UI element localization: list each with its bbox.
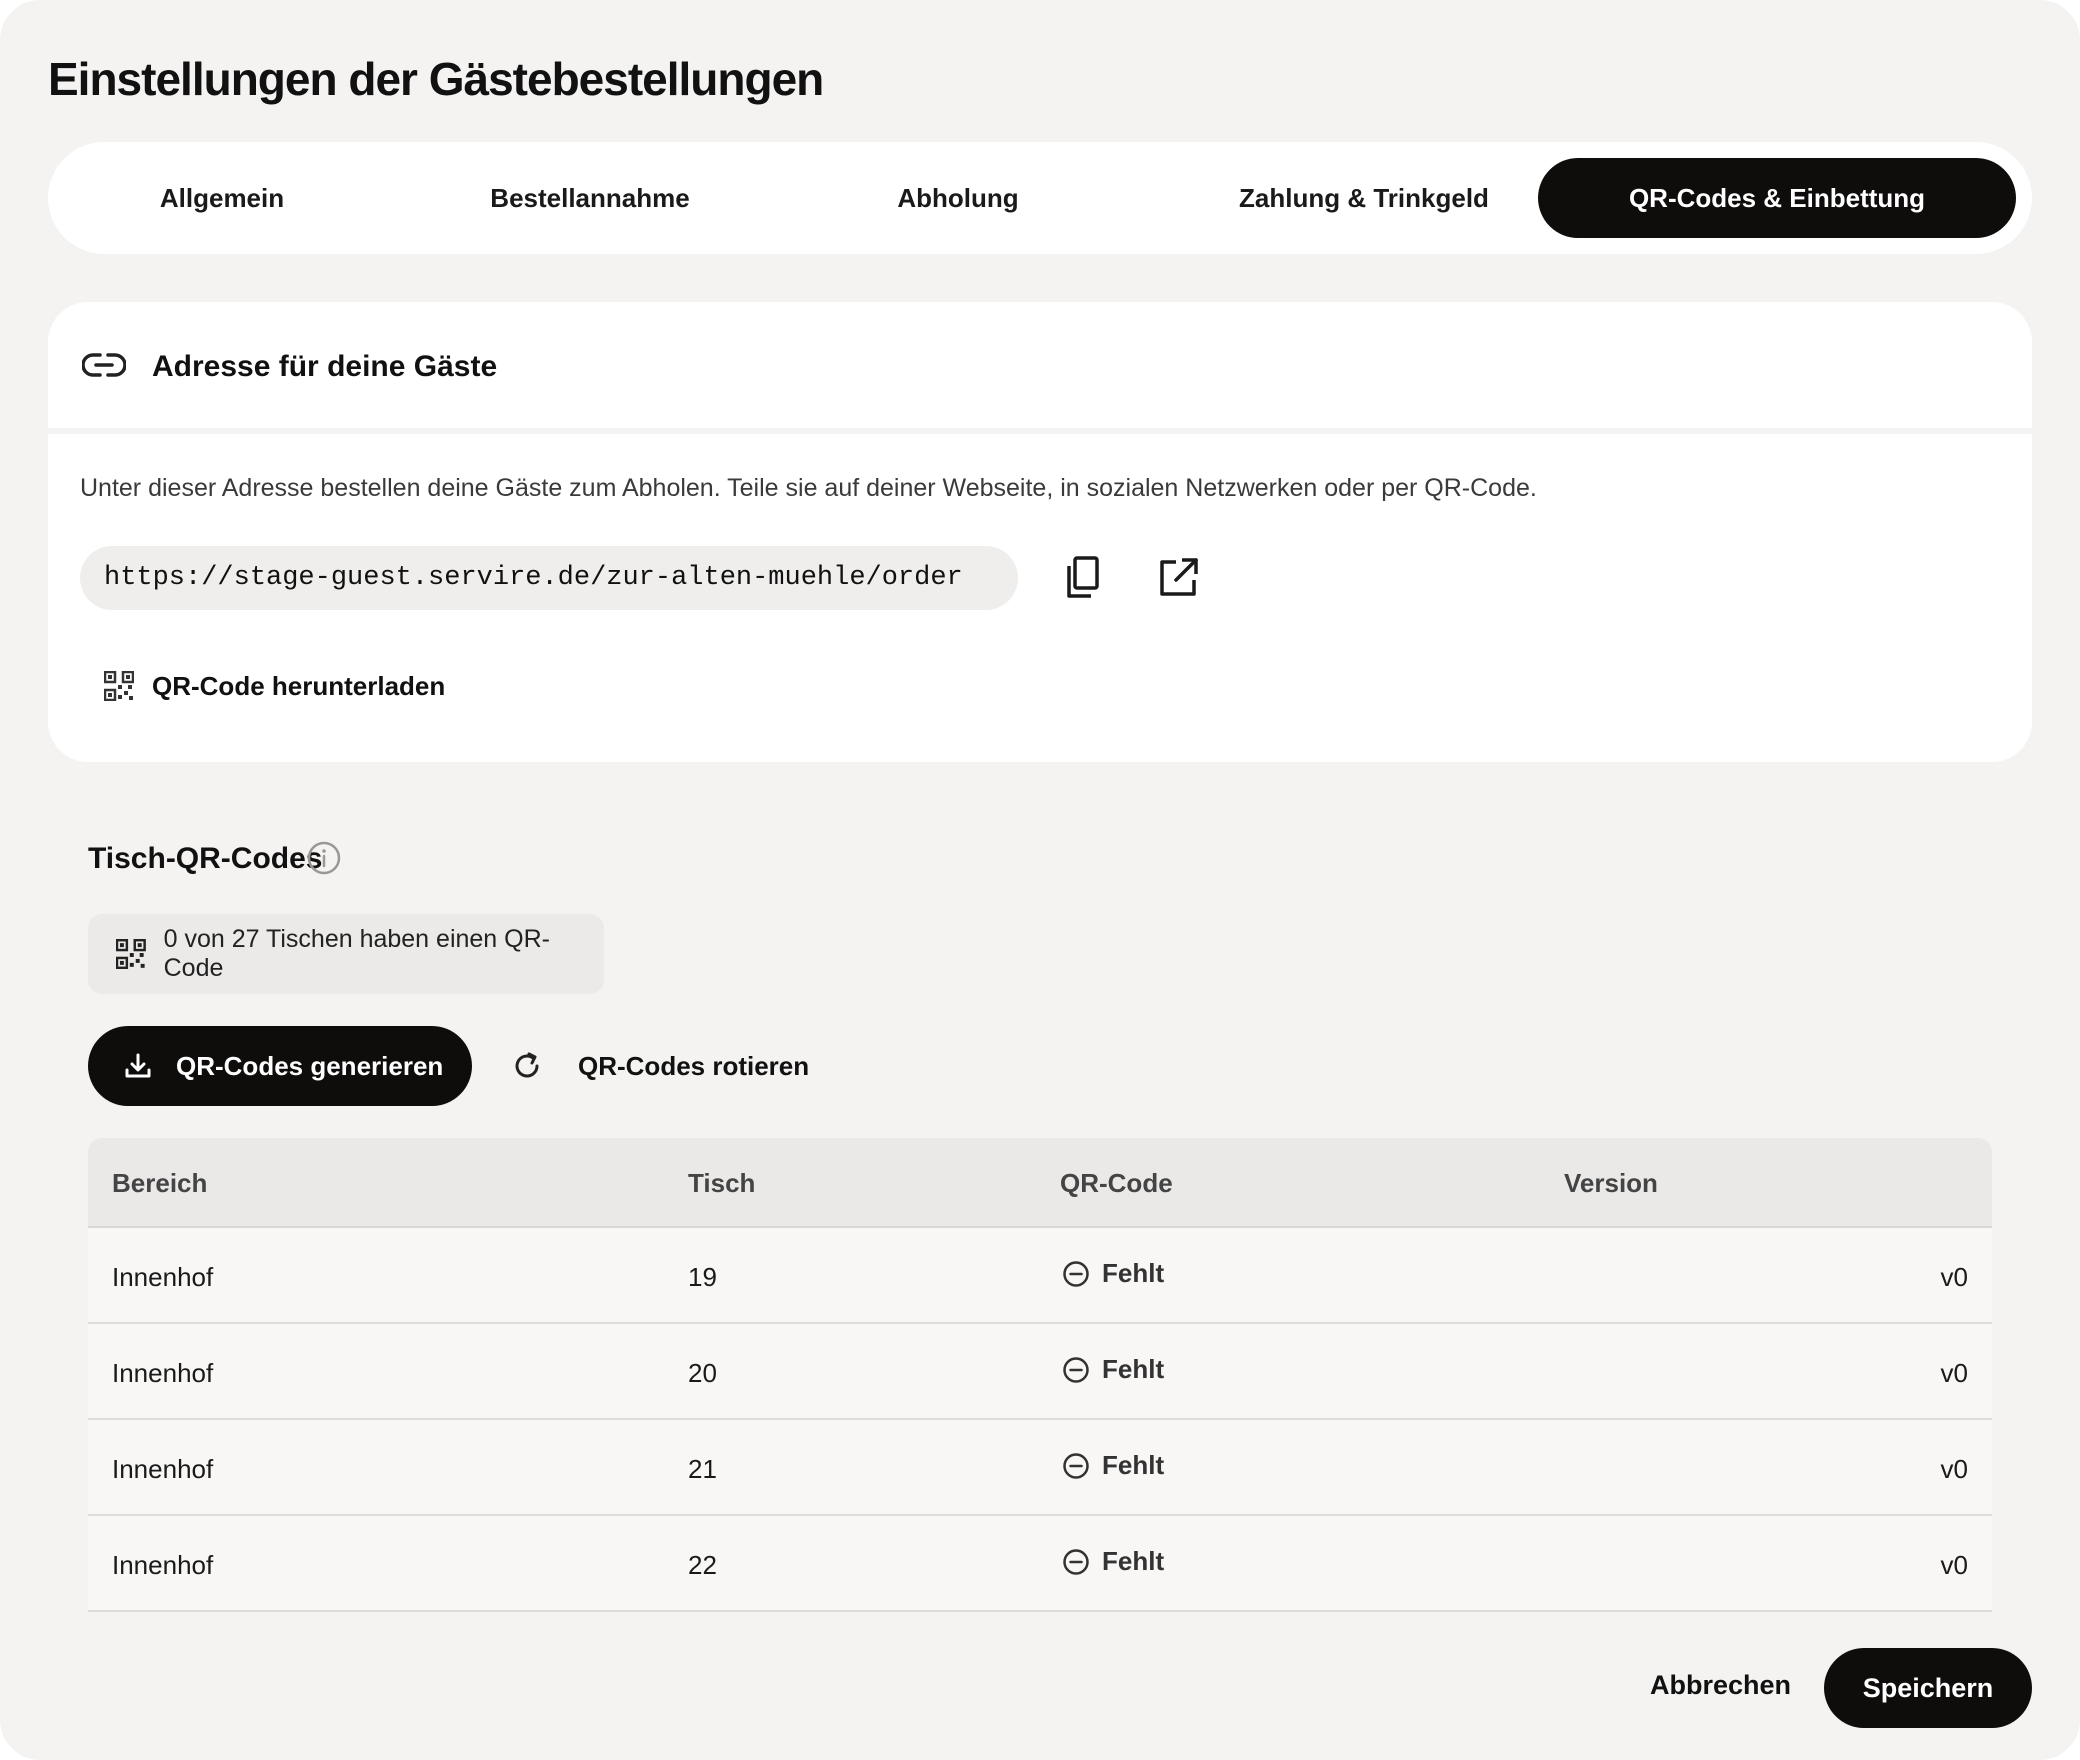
link-icon xyxy=(82,353,126,377)
table-row[interactable]: Innenhof 20 Fehlt v0 xyxy=(88,1324,1992,1420)
cell-qr-status: Fehlt xyxy=(1062,1546,1164,1577)
column-header-version[interactable]: Version xyxy=(1564,1168,1658,1199)
tab-qr-codes-einbettung[interactable]: QR-Codes & Einbettung xyxy=(1538,158,2016,238)
cell-qr-status: Fehlt xyxy=(1062,1450,1164,1481)
qr-status-label: Fehlt xyxy=(1102,1354,1165,1384)
generate-qr-codes-label: QR-Codes generieren xyxy=(176,1050,444,1081)
cell-version: v0 xyxy=(1940,1550,1968,1580)
qr-status-badge: 0 von 27 Tischen haben einen QR-Code xyxy=(88,914,604,994)
address-card-header: Adresse für deine Gäste xyxy=(48,302,2032,428)
qr-status-label: Fehlt xyxy=(1102,1450,1165,1480)
cell-qr-status: Fehlt xyxy=(1062,1354,1164,1385)
cell-table: 22 xyxy=(688,1550,717,1580)
settings-modal: Einstellungen der Gästebestellungen Allg… xyxy=(0,0,2080,1760)
tab-zahlung-trinkgeld[interactable]: Zahlung & Trinkgeld xyxy=(1154,158,1574,238)
minus-circle-icon xyxy=(1063,1452,1089,1479)
rotate-qr-codes-button[interactable]: QR-Codes rotieren xyxy=(512,1036,809,1096)
modal-title: Einstellungen der Gästebestellungen xyxy=(48,53,824,105)
qr-status-label: Fehlt xyxy=(1102,1546,1165,1576)
refresh-icon xyxy=(515,1052,539,1078)
qr-download-button[interactable]: QR-Code herunterladen xyxy=(104,666,445,706)
column-header-qr-code[interactable]: QR-Code xyxy=(1060,1168,1173,1199)
tab-bestellannahme[interactable]: Bestellannahme xyxy=(420,158,760,238)
cell-table: 20 xyxy=(688,1358,717,1388)
address-card-body: Unter dieser Adresse bestellen deine Gäs… xyxy=(48,434,2032,762)
column-header-area[interactable]: Bereich xyxy=(112,1168,207,1199)
table-row[interactable]: Innenhof 21 Fehlt v0 xyxy=(88,1420,1992,1516)
address-card-title: Adresse für deine Gäste xyxy=(152,350,498,383)
cell-version: v0 xyxy=(1940,1454,1968,1484)
table-qr-list: Bereich Tisch QR-Code Version Innenhof 1… xyxy=(88,1138,1992,1612)
qr-status-text: 0 von 27 Tischen haben einen QR-Code xyxy=(163,925,550,982)
qr-status-label: Fehlt xyxy=(1102,1258,1165,1288)
table-row[interactable]: Innenhof 22 Fehlt v0 xyxy=(88,1516,1992,1612)
cell-area: Innenhof xyxy=(112,1550,214,1580)
external-link-icon[interactable] xyxy=(1154,554,1202,602)
cell-area: Innenhof xyxy=(112,1454,214,1484)
column-header-table[interactable]: Tisch xyxy=(688,1168,755,1199)
cell-version: v0 xyxy=(1940,1358,1968,1388)
cell-version: v0 xyxy=(1940,1262,1968,1292)
tab-abholung[interactable]: Abholung xyxy=(808,158,1108,238)
minus-circle-icon xyxy=(1063,1548,1089,1575)
cell-qr-status: Fehlt xyxy=(1062,1258,1164,1289)
qr-code-icon xyxy=(104,671,134,701)
copy-icon[interactable] xyxy=(1060,554,1108,602)
generate-qr-codes-button[interactable]: QR-Codes generieren xyxy=(88,1026,472,1106)
qr-code-icon xyxy=(116,939,146,969)
table-row[interactable]: Innenhof 19 Fehlt v0 xyxy=(88,1228,1992,1324)
address-description: Unter dieser Adresse bestellen deine Gäs… xyxy=(80,474,1537,502)
guest-url-field[interactable]: https://stage-guest.servire.de/zur-alten… xyxy=(80,546,1018,610)
rotate-qr-codes-label: QR-Codes rotieren xyxy=(578,1050,810,1081)
info-icon[interactable] xyxy=(306,840,342,876)
cancel-button[interactable]: Abbrechen xyxy=(1650,1670,1791,1701)
minus-circle-icon xyxy=(1063,1356,1089,1383)
cell-table: 19 xyxy=(688,1262,717,1292)
tab-bar: Allgemein Bestellannahme Abholung Zahlun… xyxy=(48,142,2032,254)
minus-circle-icon xyxy=(1063,1260,1089,1287)
cell-area: Innenhof xyxy=(112,1358,214,1388)
table-header-row: Bereich Tisch QR-Code Version xyxy=(88,1138,1992,1228)
cell-table: 21 xyxy=(688,1454,717,1484)
tab-allgemein[interactable]: Allgemein xyxy=(68,158,376,238)
qr-download-label: QR-Code herunterladen xyxy=(152,670,446,701)
cell-area: Innenhof xyxy=(112,1262,214,1292)
table-qr-title: Tisch-QR-Codes xyxy=(88,842,323,875)
save-button[interactable]: Speichern xyxy=(1824,1648,2032,1728)
download-icon xyxy=(125,1053,151,1078)
